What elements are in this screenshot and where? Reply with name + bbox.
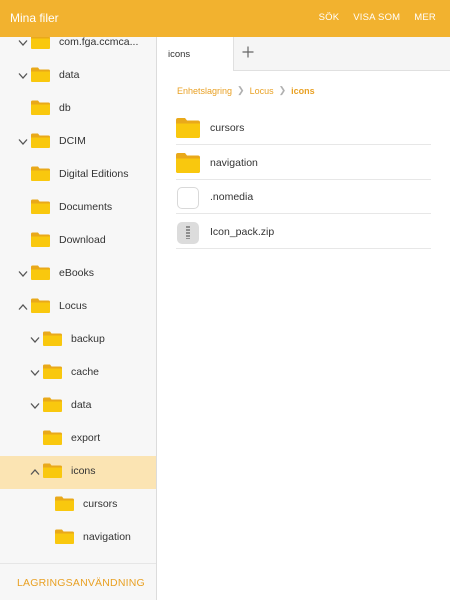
sidebar-item-db[interactable]: db — [0, 93, 156, 126]
sidebar-item-label: data — [71, 399, 92, 411]
sidebar-item-documents[interactable]: Documents — [0, 192, 156, 225]
folder-icon — [43, 364, 62, 379]
sidebar-item-dcim[interactable]: DCIM — [0, 126, 156, 159]
chevron-down-icon[interactable] — [30, 369, 40, 377]
folder-icon — [31, 298, 50, 313]
folder-icon — [31, 166, 50, 181]
sidebar-item-label: icons — [71, 465, 96, 477]
sidebar-item-label: Digital Editions — [59, 168, 129, 180]
sidebar-item-label: data — [59, 69, 80, 81]
sidebar-item-label: navigation — [83, 531, 131, 543]
folder-icon — [176, 117, 200, 138]
search-button[interactable]: SÖK — [319, 12, 340, 23]
more-button[interactable]: MER — [414, 12, 436, 23]
file-list-item[interactable]: cursors — [176, 111, 431, 145]
folder-icon — [31, 265, 50, 280]
app-bar: Mina filer SÖK VISA SOM MER — [0, 0, 450, 37]
folder-icon — [55, 496, 74, 511]
sidebar-item-navigation[interactable]: navigation — [0, 522, 156, 555]
chevron-right-icon: ❯ — [237, 85, 245, 95]
chevron-down-icon[interactable] — [30, 402, 40, 410]
sidebar-item-icons[interactable]: icons — [0, 456, 156, 489]
sidebar-item-com-fga-ccmca[interactable]: com.fga.ccmca... — [0, 37, 156, 60]
folder-icon — [55, 529, 74, 544]
file-list-item[interactable]: .nomedia — [176, 180, 431, 214]
sidebar-item-label: com.fga.ccmca... — [59, 37, 139, 48]
folder-icon — [43, 331, 62, 346]
sidebar-item-label: cache — [71, 366, 100, 378]
app-title: Mina filer — [10, 11, 59, 25]
folder-icon — [43, 463, 62, 478]
folder-icon — [43, 397, 62, 412]
file-icon — [176, 186, 200, 209]
app-actions: SÖK VISA SOM MER — [319, 12, 436, 23]
sidebar-item-label: DCIM — [59, 135, 86, 147]
folder-icon — [43, 430, 62, 445]
plus-icon[interactable] — [241, 45, 255, 59]
view-as-button[interactable]: VISA SOM — [353, 12, 400, 23]
breadcrumb-item-locus[interactable]: Locus — [250, 86, 274, 96]
sidebar-item-backup[interactable]: backup — [0, 324, 156, 357]
sidebar-item-digital-editions[interactable]: Digital Editions — [0, 159, 156, 192]
sidebar-item-label: Locus — [59, 300, 88, 312]
sidebar-item-export[interactable]: export — [0, 423, 156, 456]
file-list-item[interactable]: Icon_pack.zip — [176, 215, 431, 249]
tab-label: icons — [168, 49, 191, 60]
sidebar-item-download[interactable]: Download — [0, 225, 156, 258]
chevron-down-icon[interactable] — [18, 138, 28, 146]
sidebar-item-label: backup — [71, 333, 105, 345]
chevron-up-icon[interactable] — [18, 303, 28, 311]
folder-icon — [31, 232, 50, 247]
tab-icons[interactable]: icons — [158, 37, 234, 71]
sidebar-item-label: db — [59, 102, 71, 114]
chevron-down-icon[interactable] — [18, 72, 28, 80]
breadcrumb-item-icons[interactable]: icons — [291, 86, 315, 96]
chevron-right-icon: ❯ — [278, 85, 287, 95]
chevron-up-icon[interactable] — [30, 468, 40, 476]
folder-icon — [176, 152, 200, 173]
file-list-item[interactable]: navigation — [176, 146, 431, 180]
folder-icon — [31, 133, 50, 148]
chevron-down-icon[interactable] — [30, 336, 40, 344]
sidebar-item-locus[interactable]: Locus — [0, 291, 156, 324]
breadcrumb: Enhetslagring ❯ Locus ❯ icons — [177, 85, 315, 96]
tab-bar: icons — [158, 37, 450, 71]
breadcrumb-item-device-storage[interactable]: Enhetslagring — [177, 86, 232, 96]
main-panel: icons Enhetslagring ❯ Locus ❯ icons curs… — [158, 37, 450, 600]
folder-tree-sidebar: com.fga.ccmca... data db DCIM Digital Editio… — [0, 37, 157, 600]
chevron-down-icon[interactable] — [18, 39, 28, 47]
sidebar-item-label: cursors — [83, 498, 118, 510]
file-name: .nomedia — [210, 191, 254, 203]
sidebar-item-cache[interactable]: cache — [0, 357, 156, 390]
sidebar-item-data[interactable]: data — [0, 390, 156, 423]
sidebar-item-cursors[interactable]: cursors — [0, 489, 156, 522]
chevron-down-icon[interactable] — [18, 270, 28, 278]
folder-icon — [31, 37, 50, 49]
folder-icon — [31, 67, 50, 82]
folder-icon — [31, 199, 50, 214]
storage-usage-label: LAGRINGSANVÄNDNING — [17, 577, 145, 589]
zip-file-icon — [176, 221, 200, 244]
file-name: Icon_pack.zip — [210, 226, 275, 238]
folder-icon — [31, 100, 50, 115]
sidebar-item-data[interactable]: data — [0, 60, 156, 93]
file-name: cursors — [210, 122, 245, 134]
sidebar-item-label: Documents — [59, 201, 113, 213]
sidebar-item-label: export — [71, 432, 101, 444]
file-name: navigation — [210, 157, 258, 169]
sidebar-item-label: Download — [59, 234, 106, 246]
sidebar-item-ebooks[interactable]: eBooks — [0, 258, 156, 291]
sidebar-item-label: eBooks — [59, 267, 95, 279]
storage-usage-button[interactable]: LAGRINGSANVÄNDNING — [0, 563, 156, 600]
